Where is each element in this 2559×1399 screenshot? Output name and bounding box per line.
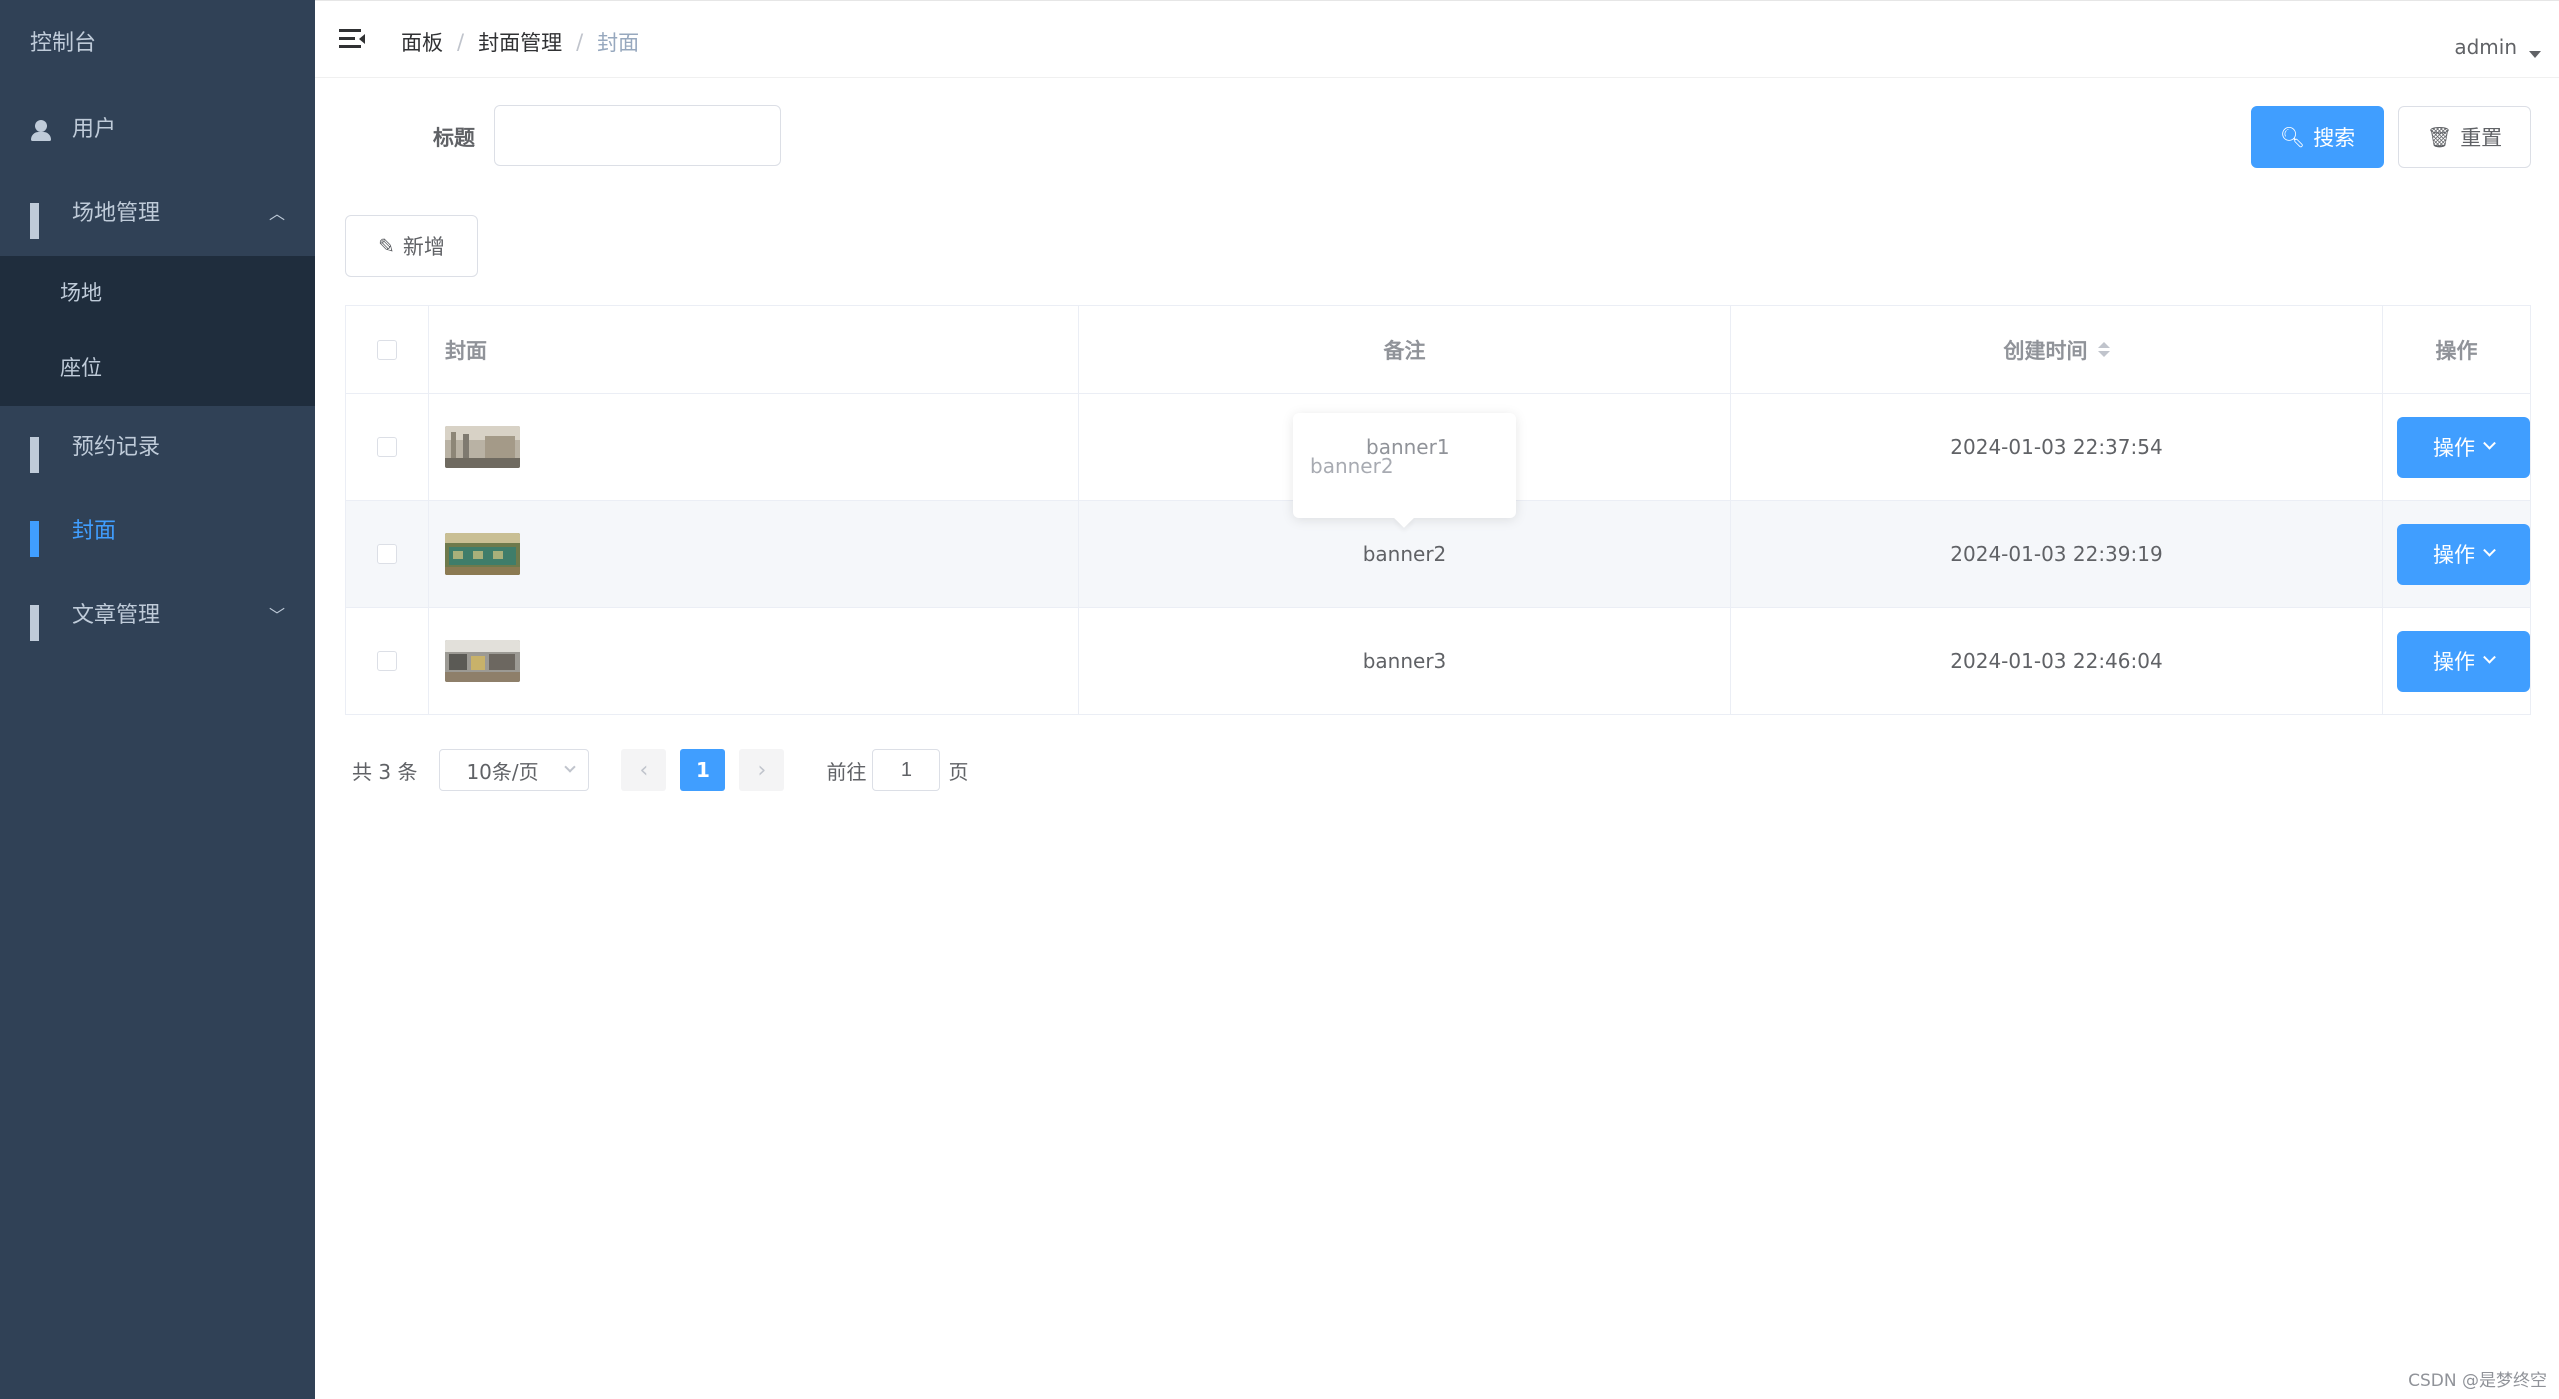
operation-label: 操作 — [2433, 543, 2475, 567]
created-time-cell: 2024-01-03 22:39:19 — [1731, 501, 2383, 607]
page-number-current[interactable]: 1 — [680, 749, 726, 791]
created-time-cell: 2024-01-03 22:46:04 — [1731, 608, 2383, 714]
grid-icon — [30, 521, 52, 557]
pagination: 共 3 条 10条/页 ‹ 1 › 前往 页 — [352, 748, 968, 792]
app-root: 控制台 用户 场地管理 ︿ 场地 座位 预约记录 封面 文章管理 ﹀ 面板 / … — [0, 0, 2559, 1399]
sidebar-item-seat[interactable]: 座位 — [0, 331, 315, 406]
grid-icon — [30, 605, 52, 641]
row-checkbox[interactable] — [377, 651, 397, 671]
operation-dropdown-button[interactable]: 操作 — [2397, 416, 2530, 478]
goto-label: 前往 — [826, 759, 867, 784]
chevron-down-icon — [2483, 436, 2496, 450]
prev-page-button[interactable]: ‹ — [621, 749, 667, 791]
sidebar-title: 控制台 — [30, 31, 97, 56]
cover-thumbnail[interactable] — [445, 640, 520, 682]
hamburger-menu-icon[interactable] — [339, 27, 365, 51]
column-header-cover: 封面 — [429, 306, 1079, 393]
select-all-checkbox[interactable] — [377, 339, 397, 360]
sidebar-item-label: 文章管理 — [72, 603, 161, 628]
next-page-button[interactable]: › — [739, 749, 785, 791]
sidebar-item-cover[interactable]: 封面 — [0, 490, 315, 574]
chevron-down-icon — [2483, 543, 2496, 557]
add-button-label: 新增 — [402, 235, 445, 259]
page-size-select[interactable]: 10条/页 — [439, 749, 590, 791]
remark-tooltip: banner1 banner2 — [1293, 413, 1516, 528]
chevron-down-icon: ﹀ — [268, 606, 285, 625]
table-row: banner3 2024-01-03 22:46:04 操作 — [346, 608, 2530, 715]
remark-cell: banner3 — [1079, 608, 1731, 714]
breadcrumb-item[interactable]: 封面管理 — [478, 27, 562, 57]
user-menu[interactable]: admin — [2454, 35, 2517, 59]
cover-thumbnail[interactable] — [445, 426, 520, 468]
breadcrumb-current: 封面 — [597, 31, 640, 55]
top-navbar: 面板 / 封面管理 / 封面 admin — [315, 0, 2559, 78]
breadcrumb-item[interactable]: 面板 — [401, 27, 443, 57]
sidebar-item-label: 用户 — [72, 117, 117, 142]
page-size-value: 10条/页 — [466, 759, 539, 784]
sidebar-item-label: 场地 — [60, 281, 102, 305]
sidebar-item-label: 场地管理 — [72, 201, 161, 226]
table-header: 封面 备注 创建时间 操作 — [346, 306, 2530, 394]
row-checkbox[interactable] — [377, 437, 397, 457]
page-suffix-label: 页 — [948, 759, 969, 784]
pagination-total: 共 3 条 — [352, 759, 418, 784]
caret-down-icon[interactable] — [2529, 51, 2541, 58]
add-button[interactable]: ✎ 新增 — [345, 215, 478, 277]
reset-button[interactable]: 🗑︎ 重置 — [2398, 106, 2531, 168]
created-time-cell: 2024-01-03 22:37:54 — [1731, 394, 2383, 500]
breadcrumb: 面板 / 封面管理 / 封面 — [401, 27, 639, 57]
sidebar-submenu: 场地 座位 — [0, 256, 315, 406]
operation-label: 操作 — [2433, 650, 2475, 674]
sidebar-item-user[interactable]: 用户 — [0, 88, 315, 172]
chevron-left-icon: ‹ — [639, 757, 649, 783]
column-header-created-time[interactable]: 创建时间 — [1731, 306, 2383, 393]
sidebar: 控制台 用户 场地管理 ︿ 场地 座位 预约记录 封面 文章管理 ﹀ — [0, 0, 315, 1399]
chevron-down-icon — [2483, 650, 2496, 664]
column-header-label: 操作 — [2435, 338, 2478, 363]
column-header-label: 创建时间 — [2003, 338, 2088, 363]
tooltip-line: banner2 — [1310, 454, 1394, 478]
sidebar-item-label: 封面 — [72, 519, 117, 544]
cover-thumbnail[interactable] — [445, 533, 520, 575]
goto-page-input[interactable] — [872, 749, 941, 791]
title-label: 标题 — [433, 126, 475, 150]
breadcrumb-separator: / — [457, 30, 465, 54]
trash-icon: 🗑︎ — [2426, 125, 2453, 149]
operation-dropdown-button[interactable]: 操作 — [2397, 523, 2530, 585]
breadcrumb-separator: / — [576, 30, 584, 54]
search-button-label: 搜索 — [2313, 126, 2356, 150]
grid-icon — [30, 203, 52, 239]
operation-label: 操作 — [2433, 436, 2475, 460]
sidebar-item-label: 预约记录 — [72, 435, 161, 460]
column-header-operation: 操作 — [2383, 306, 2530, 393]
sort-icon[interactable] — [2097, 342, 2110, 357]
search-icon: 🔍︎ — [2279, 125, 2306, 149]
chevron-right-icon: › — [757, 757, 767, 783]
edit-icon: ✎ — [378, 234, 395, 258]
chevron-down-icon — [564, 761, 577, 773]
grid-icon — [30, 437, 52, 473]
operation-dropdown-button[interactable]: 操作 — [2397, 630, 2530, 692]
column-header-remark: 备注 — [1079, 306, 1731, 393]
reset-button-label: 重置 — [2460, 126, 2503, 150]
sidebar-item-venue[interactable]: 场地 — [0, 256, 315, 331]
search-button[interactable]: 🔍︎ 搜索 — [2251, 106, 2384, 168]
sidebar-item-reservations[interactable]: 预约记录 — [0, 406, 315, 490]
watermark: CSDN @是梦终空 — [2408, 1371, 2547, 1391]
sidebar-item-article-management[interactable]: 文章管理 ﹀ — [0, 574, 315, 658]
row-checkbox[interactable] — [377, 544, 397, 564]
sidebar-item-venue-management[interactable]: 场地管理 ︿ — [0, 172, 315, 256]
sidebar-item-label: 座位 — [60, 356, 102, 380]
title-search-input[interactable] — [494, 105, 781, 166]
user-icon — [30, 119, 52, 141]
chevron-up-icon: ︿ — [268, 204, 285, 223]
